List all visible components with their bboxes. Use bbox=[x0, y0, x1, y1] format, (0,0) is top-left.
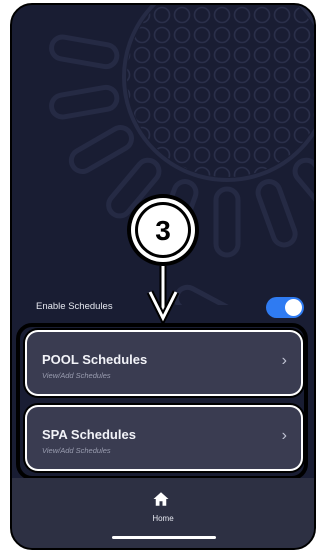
step-callout: 3 bbox=[127, 194, 199, 326]
chevron-right-icon: › bbox=[281, 427, 287, 444]
spa-schedules-title: SPA Schedules bbox=[42, 427, 136, 442]
spa-schedules-button[interactable]: SPA Schedules View/Add Schedules › bbox=[27, 407, 301, 469]
home-indicator bbox=[112, 536, 216, 539]
bottom-nav: Home bbox=[12, 478, 314, 548]
enable-schedules-toggle[interactable] bbox=[266, 297, 304, 318]
callout-number: 3 bbox=[155, 215, 171, 246]
home-label[interactable]: Home bbox=[12, 514, 314, 523]
home-icon[interactable] bbox=[152, 490, 170, 508]
enable-schedules-label: Enable Schedules bbox=[36, 301, 113, 312]
pool-schedules-subtitle: View/Add Schedules bbox=[42, 371, 111, 380]
pool-schedules-button[interactable]: POOL Schedules View/Add Schedules › bbox=[27, 332, 301, 394]
pool-schedules-title: POOL Schedules bbox=[42, 352, 148, 367]
chevron-right-icon: › bbox=[281, 352, 287, 369]
spa-schedules-subtitle: View/Add Schedules bbox=[42, 446, 111, 455]
toggle-knob bbox=[285, 299, 302, 316]
